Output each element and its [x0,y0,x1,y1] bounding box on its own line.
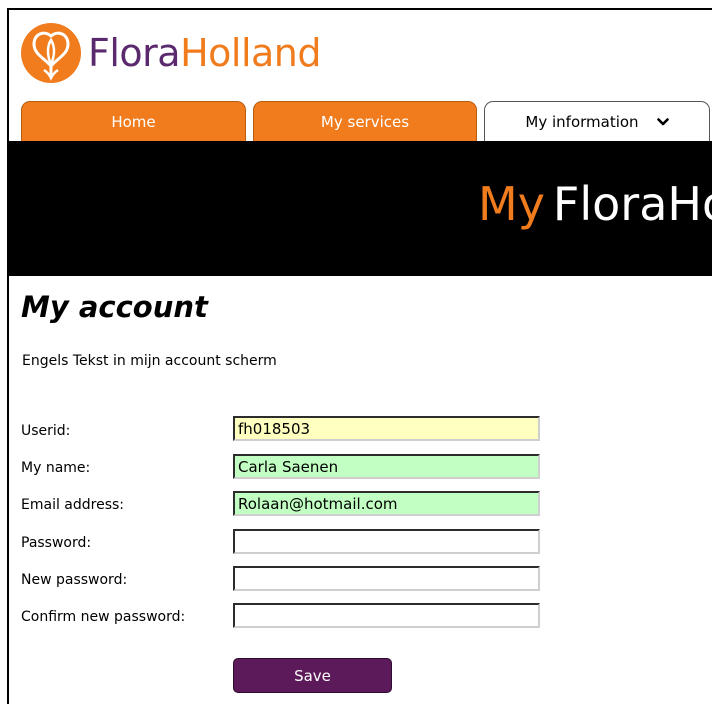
password-label: Password: [21,535,92,551]
banner-word-my: My [478,177,545,231]
chevron-down-icon[interactable] [656,116,669,128]
tab-my-information-label: My information [525,112,639,131]
password-field[interactable] [233,529,540,554]
my-name-label: My name: [21,460,91,476]
email-label: Email address: [21,497,125,513]
new-password-field[interactable] [233,566,540,591]
new-password-label: New password: [21,572,128,588]
logo-word-flora: Flora [88,31,181,75]
tab-my-services-label: My services [320,112,410,131]
my-name-field[interactable] [233,454,540,479]
tab-home[interactable]: Home [21,101,246,141]
email-field[interactable] [233,491,540,516]
tulip-logo-icon [21,23,81,83]
logo-word-holland: Holland [180,31,322,75]
userid-field[interactable] [233,416,540,441]
confirm-new-password-label: Confirm new password: [21,609,186,625]
my-floraholland-banner: MyFloraHo [9,141,712,276]
tab-my-information[interactable]: My information [484,101,710,141]
logo-wordmark: FloraHolland [88,31,322,75]
tab-my-services[interactable]: My services [253,101,477,141]
userid-label: Userid: [21,423,71,439]
page-title: My account [21,290,208,324]
tab-home-label: Home [111,112,156,131]
save-button[interactable]: Save [233,658,392,693]
frame-border-left [7,8,9,704]
banner-word-brand: FloraHo [552,177,712,231]
floraholland-logo[interactable]: FloraHolland [20,22,322,84]
banner-title: MyFloraHo [478,181,712,227]
frame-border-top [7,8,712,10]
confirm-new-password-field[interactable] [233,603,540,628]
intro-text: Engels Tekst in mijn account scherm [22,353,277,369]
